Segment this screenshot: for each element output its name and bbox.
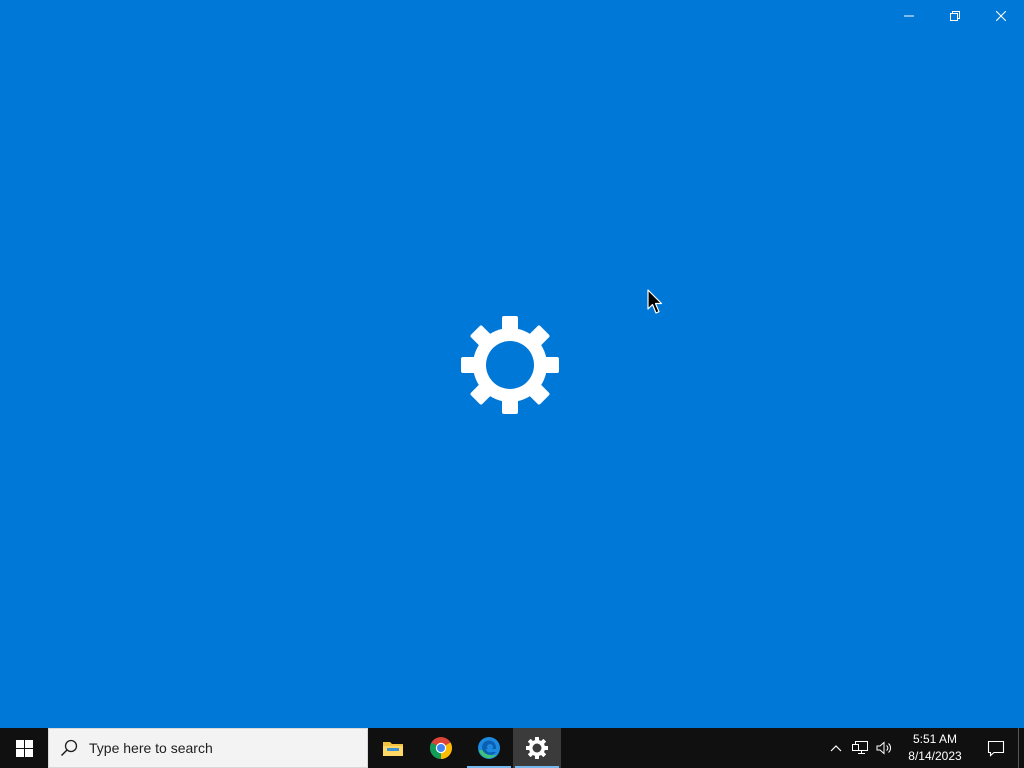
restore-icon bbox=[950, 11, 960, 21]
taskbar-clock[interactable]: 5:51 AM 8/14/2023 bbox=[896, 728, 974, 768]
window-caption-buttons bbox=[886, 0, 1024, 32]
clock-date: 8/14/2023 bbox=[908, 749, 962, 763]
volume-icon bbox=[876, 741, 891, 755]
close-icon bbox=[996, 11, 1006, 21]
folder-icon bbox=[383, 742, 403, 756]
taskbar-app-settings[interactable] bbox=[513, 728, 561, 768]
taskbar-search-box[interactable]: Type here to search bbox=[48, 728, 368, 768]
system-tray: 5:51 AM 8/14/2023 bbox=[824, 728, 1024, 768]
search-icon bbox=[49, 728, 89, 768]
restore-button[interactable] bbox=[932, 0, 978, 32]
show-hidden-icons-button[interactable] bbox=[824, 728, 848, 768]
start-button[interactable] bbox=[0, 728, 48, 768]
minimize-icon bbox=[904, 15, 914, 17]
network-tray-button[interactable] bbox=[848, 728, 872, 768]
edge-icon bbox=[478, 737, 500, 759]
chrome-icon bbox=[430, 737, 452, 759]
search-placeholder: Type here to search bbox=[89, 740, 213, 756]
minimize-button[interactable] bbox=[886, 0, 932, 32]
windows-logo-icon bbox=[15, 739, 33, 757]
show-desktop-button[interactable] bbox=[1018, 728, 1024, 768]
network-icon bbox=[852, 741, 868, 754]
taskbar: Type here to search 5:51 AM 8/14/2023 bbox=[0, 728, 1024, 768]
settings-splash-window bbox=[0, 0, 1024, 728]
pinned-apps bbox=[369, 728, 561, 768]
taskbar-app-edge[interactable] bbox=[465, 728, 513, 768]
action-center-icon bbox=[987, 740, 1005, 757]
volume-tray-button[interactable] bbox=[872, 728, 896, 768]
taskbar-app-chrome[interactable] bbox=[417, 728, 465, 768]
taskbar-app-file-explorer[interactable] bbox=[369, 728, 417, 768]
mouse-cursor-icon bbox=[647, 289, 663, 314]
gear-icon bbox=[526, 737, 548, 759]
close-button[interactable] bbox=[978, 0, 1024, 32]
gear-icon bbox=[461, 316, 559, 414]
chevron-up-icon bbox=[830, 745, 842, 752]
action-center-button[interactable] bbox=[974, 728, 1018, 768]
clock-time: 5:51 AM bbox=[912, 732, 958, 746]
